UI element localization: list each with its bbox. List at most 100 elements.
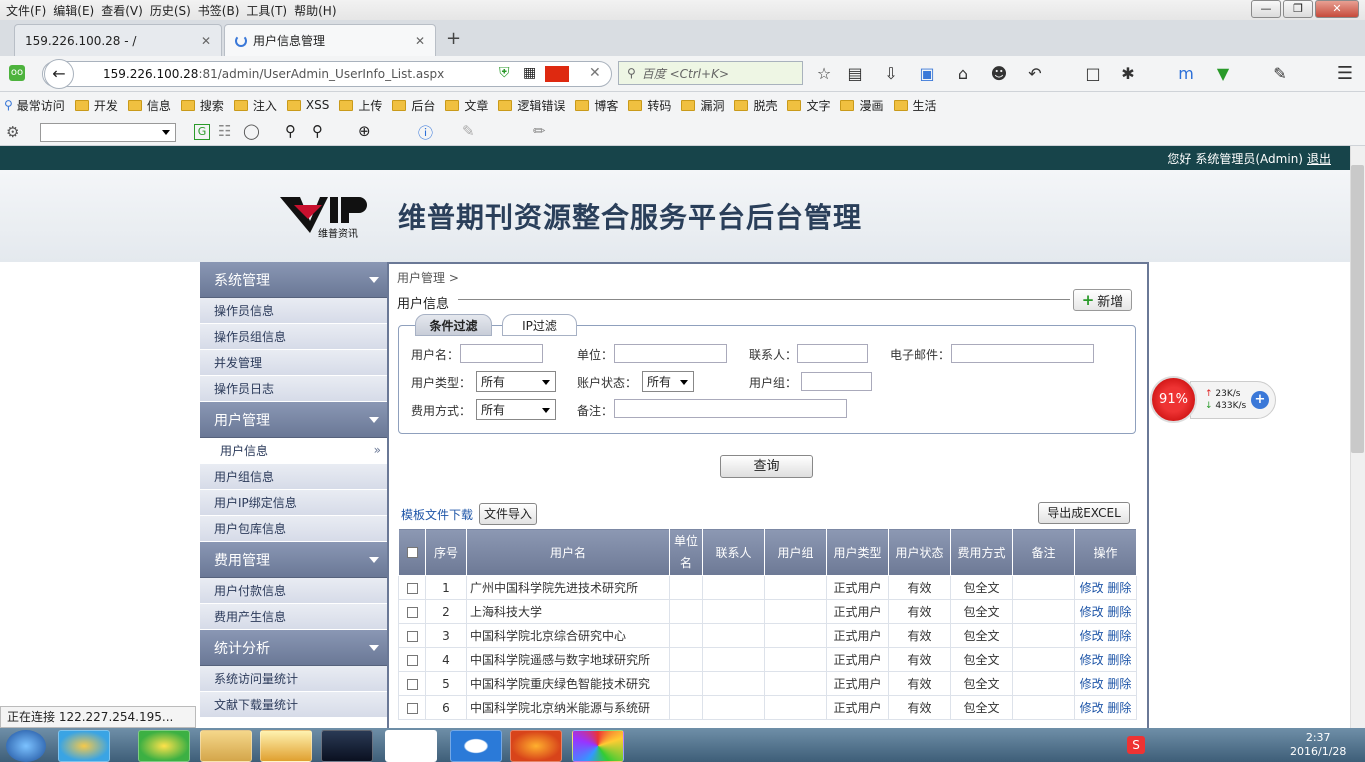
bookmark-folder[interactable]: 漫画	[840, 97, 884, 114]
row-checkbox[interactable]	[406, 606, 418, 618]
stop-icon[interactable]: ✕	[589, 65, 601, 81]
edit-link[interactable]: 修改	[1080, 605, 1104, 619]
reading-list-icon[interactable]: ▤	[845, 64, 865, 84]
sidebar-item-user-group[interactable]: 用户组信息	[200, 464, 387, 490]
sidebar-item-user-package[interactable]: 用户包库信息	[200, 516, 387, 542]
select-all-header[interactable]	[398, 528, 426, 576]
file-import-button[interactable]: 文件导入	[479, 503, 537, 525]
address-bar[interactable]: 159.226.100.28:81/admin/UserAdmin_UserIn…	[42, 61, 612, 87]
edit-link[interactable]: 修改	[1080, 653, 1104, 667]
sidebar-item-operator-log[interactable]: 操作员日志	[200, 376, 387, 402]
back-icon[interactable]: ←	[44, 59, 74, 89]
unit-input[interactable]	[614, 344, 727, 363]
page-icon[interactable]: ☷	[218, 122, 231, 140]
edit-link[interactable]: 修改	[1080, 581, 1104, 595]
sidebar-item-operator-group[interactable]: 操作员组信息	[200, 324, 387, 350]
sidebar-item-concurrency[interactable]: 并发管理	[200, 350, 387, 376]
binoculars-icon[interactable]: ⚲	[285, 122, 296, 140]
close-tab-icon[interactable]: ✕	[201, 34, 211, 48]
sidebar-item-download-stats[interactable]: 文献下载量统计	[200, 692, 387, 718]
windows-start-icon[interactable]	[6, 730, 46, 762]
sidebar-item-operator-info[interactable]: 操作员信息	[200, 298, 387, 324]
sidebar-section-stats[interactable]: 统计分析	[200, 630, 387, 666]
download-icon[interactable]: ⇩	[881, 64, 901, 84]
delete-link[interactable]: 删除	[1107, 701, 1131, 715]
row-checkbox[interactable]	[406, 582, 418, 594]
sidebar-item-user-info[interactable]: 用户信息»	[200, 438, 387, 464]
bookmark-folder[interactable]: 文章	[445, 97, 488, 114]
search-app-icon[interactable]	[260, 730, 312, 762]
edit-link[interactable]: 修改	[1080, 677, 1104, 691]
taskbar-app-icon[interactable]	[572, 730, 624, 762]
bookmark-folder[interactable]: 信息	[127, 97, 171, 114]
menu-bookmarks[interactable]: 书签(B)	[198, 2, 247, 19]
menu-help[interactable]: 帮助(H)	[294, 2, 343, 19]
bookmark-folder[interactable]: 开发	[74, 97, 118, 114]
tab-condition-filter[interactable]: 条件过滤	[415, 314, 492, 336]
taskbar-app-icon[interactable]	[385, 730, 437, 762]
menu-history[interactable]: 历史(S)	[150, 2, 198, 19]
bookmark-folder[interactable]: 漏洞	[681, 97, 724, 114]
sidebar-section-system[interactable]: 系统管理	[200, 262, 387, 298]
delete-link[interactable]: 删除	[1107, 677, 1131, 691]
bookmark-star-icon[interactable]: ☆	[814, 64, 834, 84]
row-checkbox[interactable]	[406, 654, 418, 666]
sidebar-section-fees[interactable]: 费用管理	[200, 542, 387, 578]
mplus-icon[interactable]: m	[1176, 64, 1196, 84]
user-group-input[interactable]	[801, 372, 872, 391]
shield-icon[interactable]: ⛨	[499, 65, 510, 81]
crop-icon[interactable]: ✎	[1270, 64, 1290, 84]
menu-file[interactable]: 文件(F)	[6, 2, 53, 19]
sync-icon[interactable]: ▼	[1213, 64, 1233, 84]
taskbar-app-icon[interactable]	[138, 730, 190, 762]
bookmark-folder[interactable]: 后台	[392, 97, 435, 114]
menu-tools[interactable]: 工具(T)	[246, 2, 294, 19]
bug-icon[interactable]: ✱	[1118, 64, 1138, 84]
clock[interactable]: 2:37 2016/1/28	[1290, 731, 1346, 759]
magnifier-icon[interactable]: ⚲	[312, 122, 323, 140]
firefox-icon[interactable]	[510, 730, 562, 762]
template-download-link[interactable]: 模板文件下载	[401, 506, 473, 523]
bookmark-folder[interactable]: 生活	[893, 97, 937, 114]
sidebar-item-fee-records[interactable]: 费用产生信息	[200, 604, 387, 630]
pen-icon[interactable]: ✏	[533, 122, 546, 140]
taskbar-app-icon[interactable]	[321, 730, 373, 762]
scrollbar-thumb[interactable]	[1351, 165, 1364, 453]
g-extension-icon[interactable]: ▣	[917, 64, 937, 84]
sidebar-item-visit-stats[interactable]: 系统访问量统计	[200, 666, 387, 692]
bookmark-folder[interactable]: 上传	[339, 97, 382, 114]
g-button-icon[interactable]: G	[194, 124, 210, 140]
delete-link[interactable]: 删除	[1107, 581, 1131, 595]
bookmark-folder[interactable]: 注入	[233, 97, 277, 114]
logout-link[interactable]: 退出	[1307, 150, 1331, 167]
undo-icon[interactable]: ↶	[1025, 64, 1045, 84]
accelerate-plus-icon[interactable]: +	[1251, 391, 1269, 409]
bookmark-folder[interactable]: 搜索	[180, 97, 224, 114]
delete-link[interactable]: 删除	[1107, 605, 1131, 619]
taskbar-app-icon[interactable]	[450, 730, 502, 762]
hamburger-menu-icon[interactable]: ☰	[1335, 64, 1355, 84]
edit-link[interactable]: 修改	[1080, 629, 1104, 643]
tab-user-info[interactable]: 用户信息管理 ✕	[224, 24, 436, 56]
tab-ip-filter[interactable]: IP过滤	[502, 314, 577, 336]
delete-link[interactable]: 删除	[1107, 653, 1131, 667]
delete-link[interactable]: 删除	[1107, 629, 1131, 643]
user-type-select[interactable]: 所有	[476, 371, 556, 392]
input-method-icon[interactable]: S	[1127, 736, 1145, 754]
maximize-button[interactable]: ❐	[1283, 0, 1313, 18]
row-checkbox[interactable]	[406, 702, 418, 714]
bookmark-folder[interactable]: 脱壳	[734, 97, 777, 114]
addon-icon[interactable]: oo	[9, 65, 25, 81]
email-input[interactable]	[951, 344, 1094, 363]
info-icon[interactable]: ⓘ	[418, 122, 433, 143]
row-checkbox[interactable]	[406, 630, 418, 642]
fee-mode-select[interactable]: 所有	[476, 399, 556, 420]
row-checkbox[interactable]	[406, 678, 418, 690]
username-input[interactable]	[460, 344, 543, 363]
toolbar-search-select[interactable]	[40, 123, 176, 142]
close-window-button[interactable]: ✕	[1315, 0, 1359, 18]
close-tab-icon[interactable]: ✕	[415, 34, 425, 48]
zoom-in-icon[interactable]: ⊕	[358, 122, 371, 140]
sidebar-section-users[interactable]: 用户管理	[200, 402, 387, 438]
home-icon[interactable]: ⌂	[953, 64, 973, 84]
